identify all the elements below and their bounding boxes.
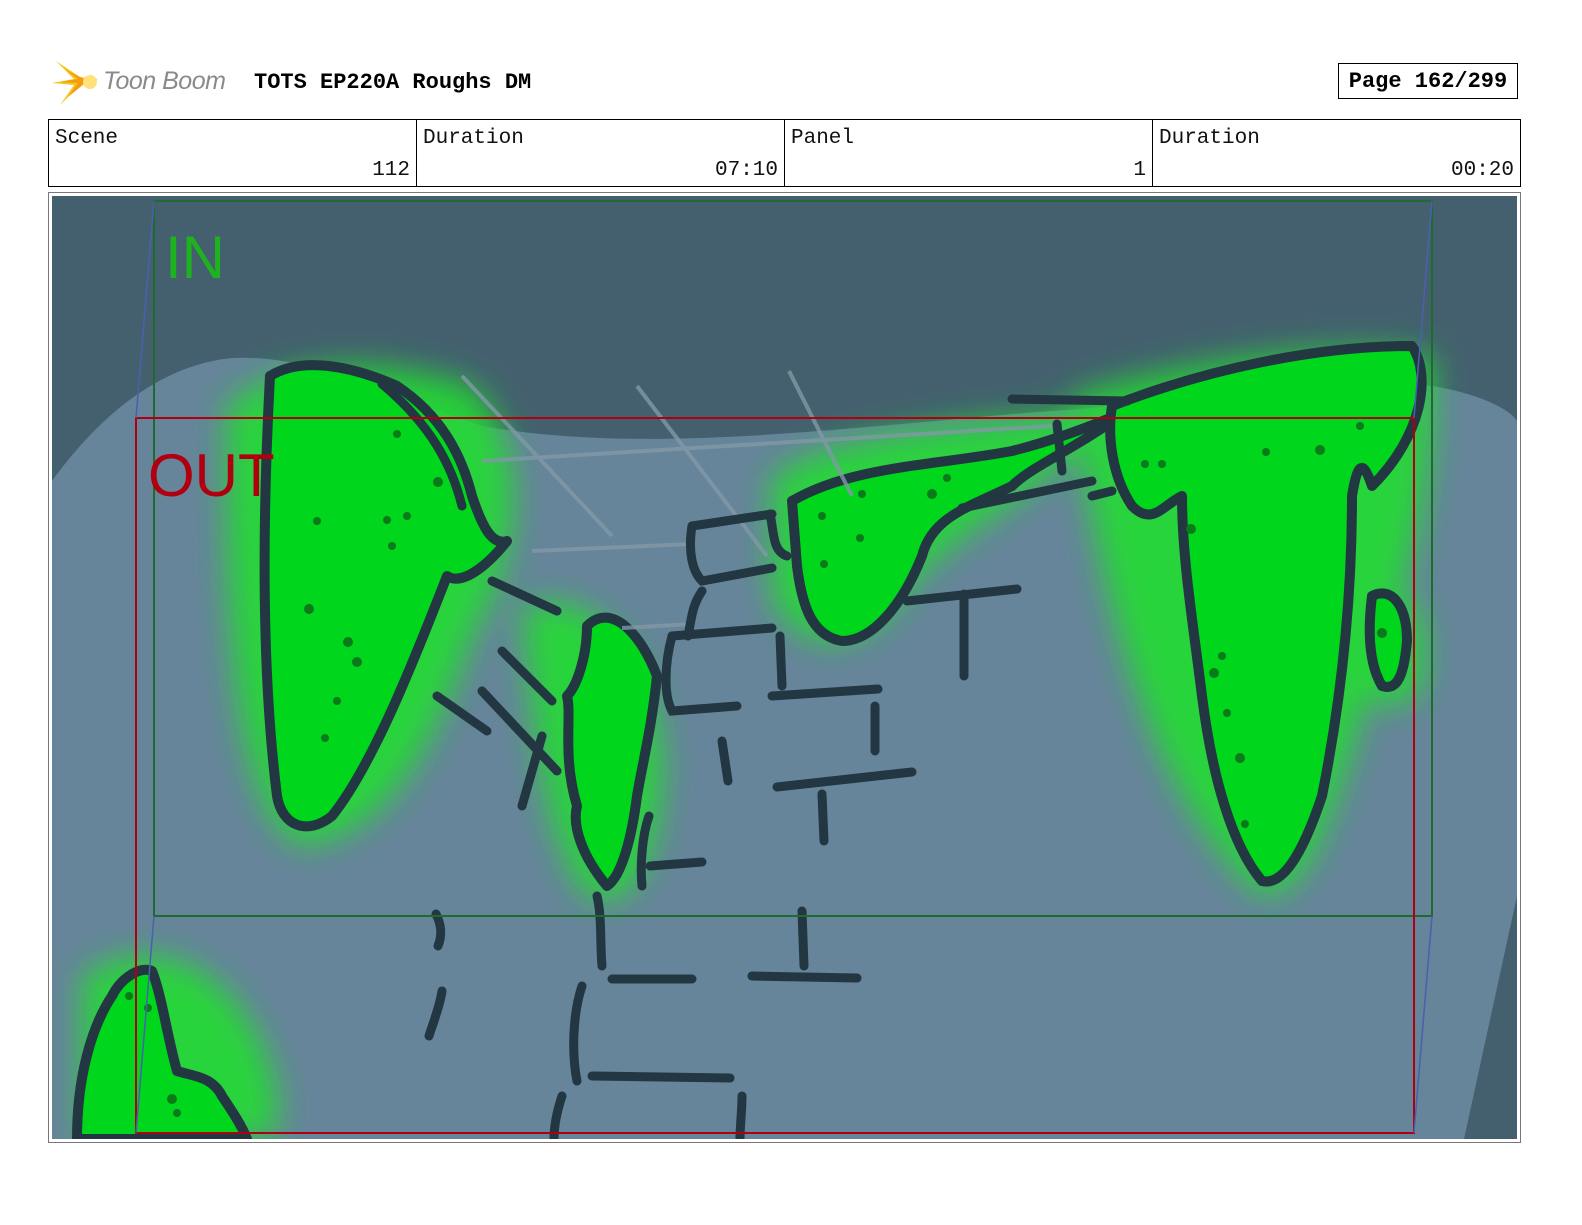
out-frame-label: OUT	[148, 442, 275, 509]
scene-value: 112	[372, 159, 410, 182]
panel-value: 1	[1133, 159, 1146, 182]
scene-duration-label: Duration	[423, 127, 524, 150]
panel-duration-label: Duration	[1159, 127, 1260, 150]
scene-label: Scene	[55, 127, 119, 150]
scene-duration-cell: Duration 07:10	[417, 120, 785, 186]
logo-wordmark: Toon Boom	[103, 67, 226, 95]
document-title: TOTS EP220A Roughs DM	[254, 70, 532, 95]
scene-cell: Scene 112	[49, 120, 417, 186]
in-frame-label: IN	[165, 224, 225, 291]
panel-label: Panel	[791, 127, 855, 150]
panel-cell: Panel 1	[785, 120, 1153, 186]
panel-duration-value: 00:20	[1450, 159, 1514, 182]
storyboard-drawing: IN OUT	[52, 196, 1517, 1139]
page-number: Page 162/299	[1338, 63, 1518, 99]
panel-duration-cell: Duration 00:20	[1153, 120, 1520, 186]
panel-info-table: Scene 112 Duration 07:10 Panel 1 Duratio…	[48, 119, 1521, 187]
starburst-icon	[52, 61, 98, 105]
scene-duration-value: 07:10	[714, 159, 778, 182]
